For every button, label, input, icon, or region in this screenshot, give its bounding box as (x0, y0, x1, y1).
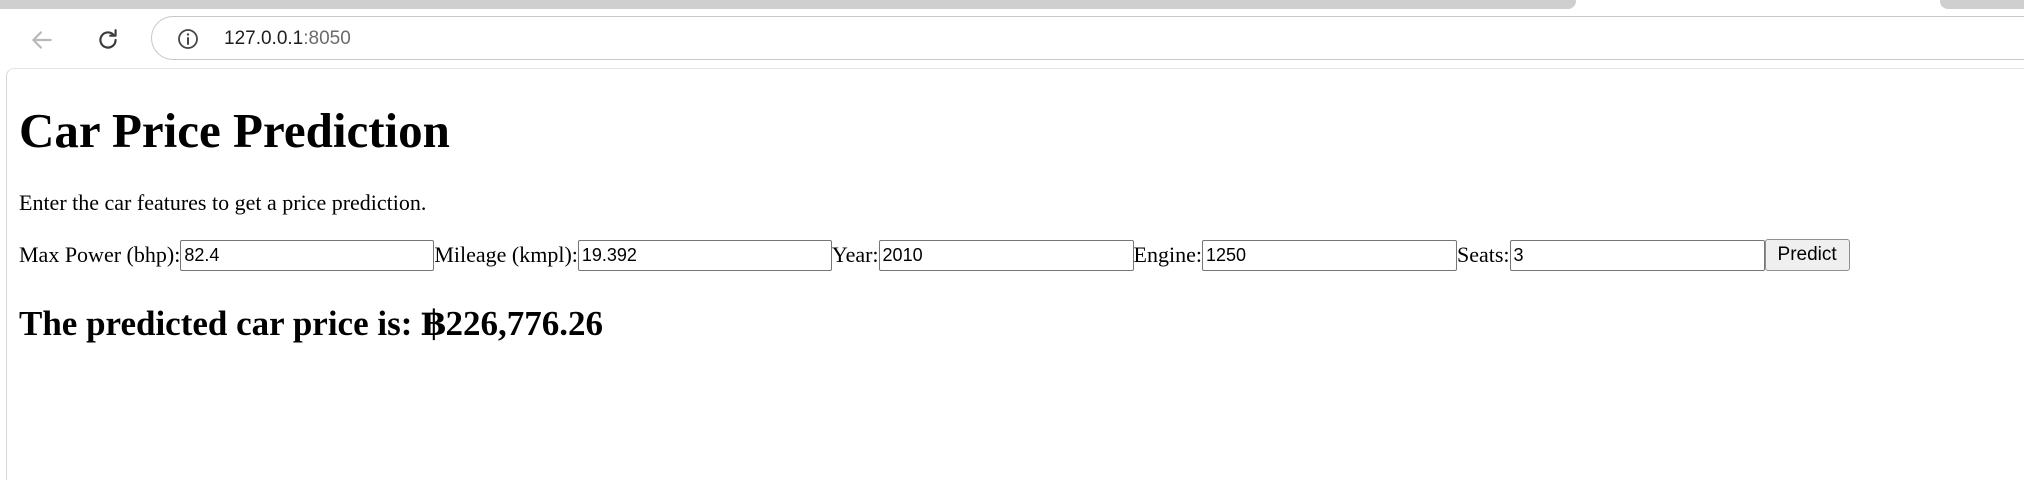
url-port: :8050 (303, 28, 351, 49)
seats-input[interactable] (1509, 239, 1765, 271)
engine-input[interactable] (1201, 239, 1457, 271)
browser-tab[interactable] (1940, 0, 2024, 9)
mileage-input[interactable] (577, 239, 832, 271)
browser-tab-strip (0, 0, 2024, 10)
page-viewport: Car Price Prediction Enter the car featu… (6, 68, 2024, 480)
max-power-input[interactable] (180, 239, 435, 271)
year-label: Year: (831, 242, 879, 267)
info-circle-icon (178, 29, 198, 49)
year-input[interactable] (878, 239, 1134, 271)
reload-icon (99, 29, 117, 49)
predict-button[interactable]: Predict (1764, 239, 1850, 271)
feature-form: Max Power (bhp): Mileage (kmpl): Year: E… (19, 239, 1850, 271)
url-text[interactable]: 127.0.0.1:8050 (224, 28, 351, 50)
max-power-label: Max Power (bhp): (19, 242, 181, 267)
reload-button[interactable] (90, 22, 126, 58)
intro-text: Enter the car features to get a price pr… (19, 190, 427, 215)
site-info-button[interactable] (176, 27, 200, 51)
engine-label: Engine: (1133, 242, 1202, 267)
browser-tab[interactable] (0, 0, 1576, 9)
prediction-result: The predicted car price is: ฿226,776.26 (19, 304, 603, 343)
url-host: 127.0.0.1 (224, 28, 304, 49)
browser-toolbar: 127.0.0.1:8050 (0, 10, 2024, 68)
back-button[interactable] (24, 22, 60, 58)
seats-label: Seats: (1456, 242, 1510, 267)
mileage-label: Mileage (kmpl): (434, 242, 578, 267)
address-bar[interactable]: 127.0.0.1:8050 (151, 16, 2024, 60)
page-title: Car Price Prediction (19, 103, 450, 158)
arrow-left-icon (32, 31, 52, 49)
